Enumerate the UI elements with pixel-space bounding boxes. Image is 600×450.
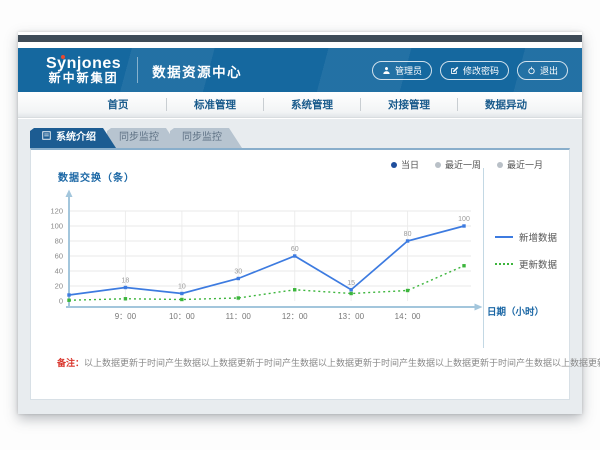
tab-sync-monitor-2[interactable]: 同步监控 (170, 128, 242, 148)
svg-text:120: 120 (50, 207, 63, 216)
logout-button[interactable]: 退出 (517, 61, 568, 80)
nav-item-home[interactable]: 首页 (70, 97, 166, 112)
logo: Synjones 新中新集团 (46, 55, 121, 86)
filter-label: 最近一周 (445, 158, 481, 171)
svg-text:12：00: 12：00 (282, 312, 308, 321)
chart-panel: 当日 最近一周 最近一月 数据交换（条） 0 20 40 60 80 100 120 9：00… (30, 148, 570, 400)
footnote: 备注：以上数据更新于时间产生数据以上数据更新于时间产生数据以上数据更新于时间产生… (57, 356, 600, 369)
svg-text:30: 30 (234, 269, 242, 276)
svg-text:60: 60 (55, 252, 63, 261)
filter-label: 当日 (401, 158, 419, 171)
app-header: Synjones 新中新集团 数据资源中心 管理员 修改密码 退出 (18, 48, 582, 92)
svg-text:60: 60 (291, 246, 299, 253)
radio-dot-icon (391, 162, 397, 168)
svg-text:14：00: 14：00 (395, 312, 421, 321)
svg-text:100: 100 (458, 216, 470, 223)
tab-label: 同步监控 (119, 132, 159, 143)
svg-text:10: 10 (178, 284, 186, 291)
filter-option-today[interactable]: 当日 (391, 158, 419, 171)
tab-system-intro[interactable]: 系统介绍 (30, 128, 116, 148)
change-password-label: 修改密码 (463, 64, 499, 77)
radio-dot-icon (497, 162, 503, 168)
legend-item-updated-data[interactable]: 更新数据 (495, 257, 557, 271)
window-top-strip (18, 35, 582, 42)
time-range-filter: 当日 最近一周 最近一月 (391, 158, 543, 171)
panel-divider (483, 168, 484, 348)
footnote-label: 备注： (57, 358, 84, 368)
radio-dot-icon (435, 162, 441, 168)
y-axis-title: 数据交换（条） (58, 169, 135, 184)
page-background: Synjones 新中新集团 数据资源中心 管理员 修改密码 退出 (0, 0, 600, 450)
change-password-button[interactable]: 修改密码 (440, 61, 509, 80)
svg-text:80: 80 (55, 237, 63, 246)
dotted-line-icon (495, 263, 513, 265)
user-icon (382, 66, 391, 75)
app-window: Synjones 新中新集团 数据资源中心 管理员 修改密码 退出 (18, 32, 582, 414)
legend-label: 新增数据 (519, 230, 557, 244)
footnote-text: 以上数据更新于时间产生数据以上数据更新于时间产生数据以上数据更新于时间产生数据以… (84, 358, 600, 368)
svg-text:100: 100 (50, 222, 63, 231)
tab-label: 同步监控 (182, 132, 222, 143)
svg-text:80: 80 (404, 231, 412, 238)
chart-legend: 新增数据 更新数据 (495, 230, 557, 271)
legend-label: 更新数据 (519, 257, 557, 271)
nav-item-standard-mgmt[interactable]: 标准管理 (167, 97, 263, 112)
main-nav: 首页 标准管理 系统管理 对接管理 数据异动 (18, 92, 582, 118)
tab-label: 系统介绍 (56, 128, 96, 148)
svg-text:0: 0 (59, 297, 63, 306)
admin-user-label: 管理员 (395, 64, 422, 77)
edit-icon (450, 66, 459, 75)
logo-text-en: Synjones (46, 55, 121, 73)
filter-label: 最近一月 (507, 158, 543, 171)
power-icon (527, 66, 536, 75)
svg-text:18: 18 (122, 278, 130, 285)
filter-option-last-week[interactable]: 最近一周 (435, 158, 481, 171)
header-divider (137, 57, 138, 83)
filter-option-last-month[interactable]: 最近一月 (497, 158, 543, 171)
tab-sync-monitor-1[interactable]: 同步监控 (107, 128, 179, 148)
x-axis-title: 日期（小时） (487, 304, 544, 318)
admin-user-button[interactable]: 管理员 (372, 61, 432, 80)
document-icon (42, 128, 51, 148)
page-title: 数据资源中心 (152, 59, 242, 81)
line-chart: 0 20 40 60 80 100 120 9：00 10：00 11：00 12：00 13：00 1… (39, 186, 485, 326)
logout-label: 退出 (540, 64, 558, 77)
svg-text:11：00: 11：00 (226, 312, 252, 321)
content-area: 系统介绍 同步监控 同步监控 当日 最近一周 (18, 119, 582, 414)
svg-text:15: 15 (347, 280, 355, 287)
legend-item-new-data[interactable]: 新增数据 (495, 230, 557, 244)
svg-text:20: 20 (55, 282, 63, 291)
nav-item-system-mgmt[interactable]: 系统管理 (264, 97, 360, 112)
tab-bar: 系统介绍 同步监控 同步监控 (30, 128, 233, 148)
logo-red-dot-icon (61, 55, 65, 59)
nav-item-integration-mgmt[interactable]: 对接管理 (361, 97, 457, 112)
user-area: 管理员 修改密码 退出 (372, 61, 568, 80)
svg-text:40: 40 (55, 267, 63, 276)
solid-line-icon (495, 236, 513, 238)
logo-text-cn: 新中新集团 (46, 72, 121, 85)
nav-item-data-change[interactable]: 数据异动 (458, 97, 554, 112)
svg-text:9：00: 9：00 (115, 312, 137, 321)
svg-text:10：00: 10：00 (169, 312, 195, 321)
svg-text:13：00: 13：00 (338, 312, 364, 321)
